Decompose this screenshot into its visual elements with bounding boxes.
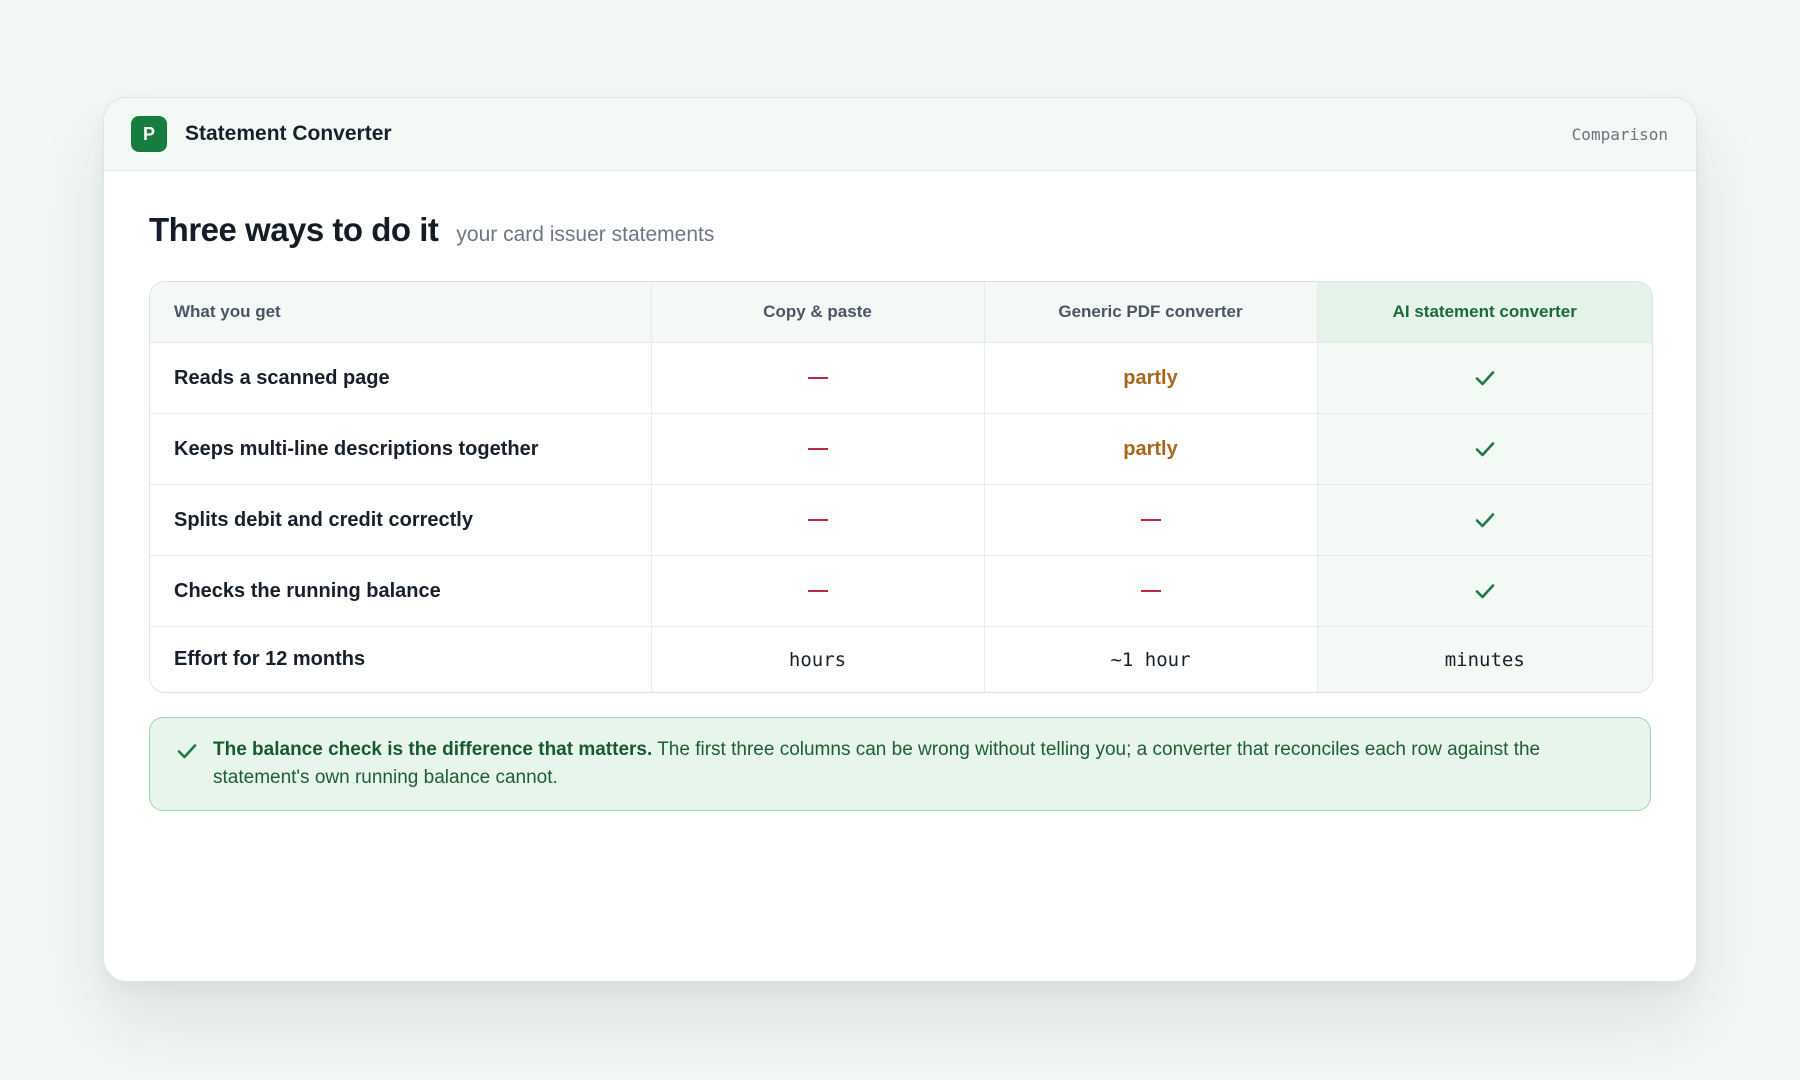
table-cell: partly xyxy=(983,413,1317,485)
table-row: Splits debit and credit correctly xyxy=(150,484,1652,556)
check-icon xyxy=(1474,369,1496,386)
check-icon xyxy=(1474,511,1496,528)
effort-value: ~1 hour xyxy=(1110,648,1191,671)
check-icon xyxy=(1474,582,1496,599)
heading-row: Three ways to do it your card issuer sta… xyxy=(149,211,1651,251)
effort-value: hours xyxy=(788,648,847,671)
table-header-row: What you get Copy & paste Generic PDF co… xyxy=(150,282,1652,343)
table-cell: hours xyxy=(650,626,984,692)
dash-icon xyxy=(807,518,828,521)
column-header-ai-converter: AI statement converter xyxy=(1316,282,1652,343)
table-cell xyxy=(1316,555,1652,627)
table-cell: minutes xyxy=(1316,626,1652,692)
top-bar: P Statement Converter Comparison xyxy=(104,98,1696,171)
dash-icon xyxy=(1140,589,1161,592)
main-content: Three ways to do it your card issuer sta… xyxy=(104,171,1696,811)
dash-icon xyxy=(1140,518,1161,521)
app-window: P Statement Converter Comparison Three w… xyxy=(103,97,1697,982)
callout-note: The balance check is the difference that… xyxy=(149,717,1651,811)
check-icon xyxy=(176,740,198,767)
table-row: Keeps multi-line descriptions together pa… xyxy=(150,413,1652,485)
feature-label: Splits debit and credit correctly xyxy=(150,484,651,556)
check-icon xyxy=(1474,440,1496,457)
dash-icon xyxy=(807,447,828,450)
table-cell xyxy=(650,342,984,414)
feature-label: Effort for 12 months xyxy=(174,648,366,670)
callout-bold-text: The balance check is the difference that… xyxy=(213,739,653,760)
app-title: Statement Converter xyxy=(185,122,392,145)
table-cell xyxy=(1316,413,1652,485)
feature-label: Reads a scanned page xyxy=(150,342,651,414)
table-cell: ~1 hour xyxy=(983,626,1317,692)
column-header-feature: What you get xyxy=(150,282,651,343)
effort-value: minutes xyxy=(1444,648,1525,671)
partial-label: partly xyxy=(1123,437,1178,460)
callout-text: The balance check is the difference that… xyxy=(213,736,1620,792)
partial-label: partly xyxy=(1123,366,1178,389)
table-cell xyxy=(983,555,1317,627)
dash-icon xyxy=(807,589,828,592)
table-cell: partly xyxy=(983,342,1317,414)
page-title: Three ways to do it xyxy=(149,211,439,248)
column-header-generic-pdf: Generic PDF converter xyxy=(983,282,1317,343)
table-row: Reads a scanned page partly xyxy=(150,342,1652,414)
table-row: Effort for 12 months hours ~1 hour minutes xyxy=(150,626,1652,692)
column-header-copy-paste: Copy & paste xyxy=(650,282,984,343)
app-logo: P xyxy=(131,116,167,152)
table-cell xyxy=(1316,484,1652,556)
comparison-table: What you get Copy & paste Generic PDF co… xyxy=(149,281,1653,693)
table-cell xyxy=(1316,342,1652,414)
table-cell xyxy=(983,484,1317,556)
feature-label: Keeps multi-line descriptions together xyxy=(150,413,651,485)
table-row: Checks the running balance xyxy=(150,555,1652,627)
table-cell xyxy=(650,484,984,556)
table-cell xyxy=(650,413,984,485)
feature-label: Checks the running balance xyxy=(150,555,651,627)
section-label: Comparison xyxy=(1571,124,1668,144)
dash-icon xyxy=(807,376,828,379)
page-subtitle: your card issuer statements xyxy=(456,223,715,246)
table-cell xyxy=(650,555,984,627)
